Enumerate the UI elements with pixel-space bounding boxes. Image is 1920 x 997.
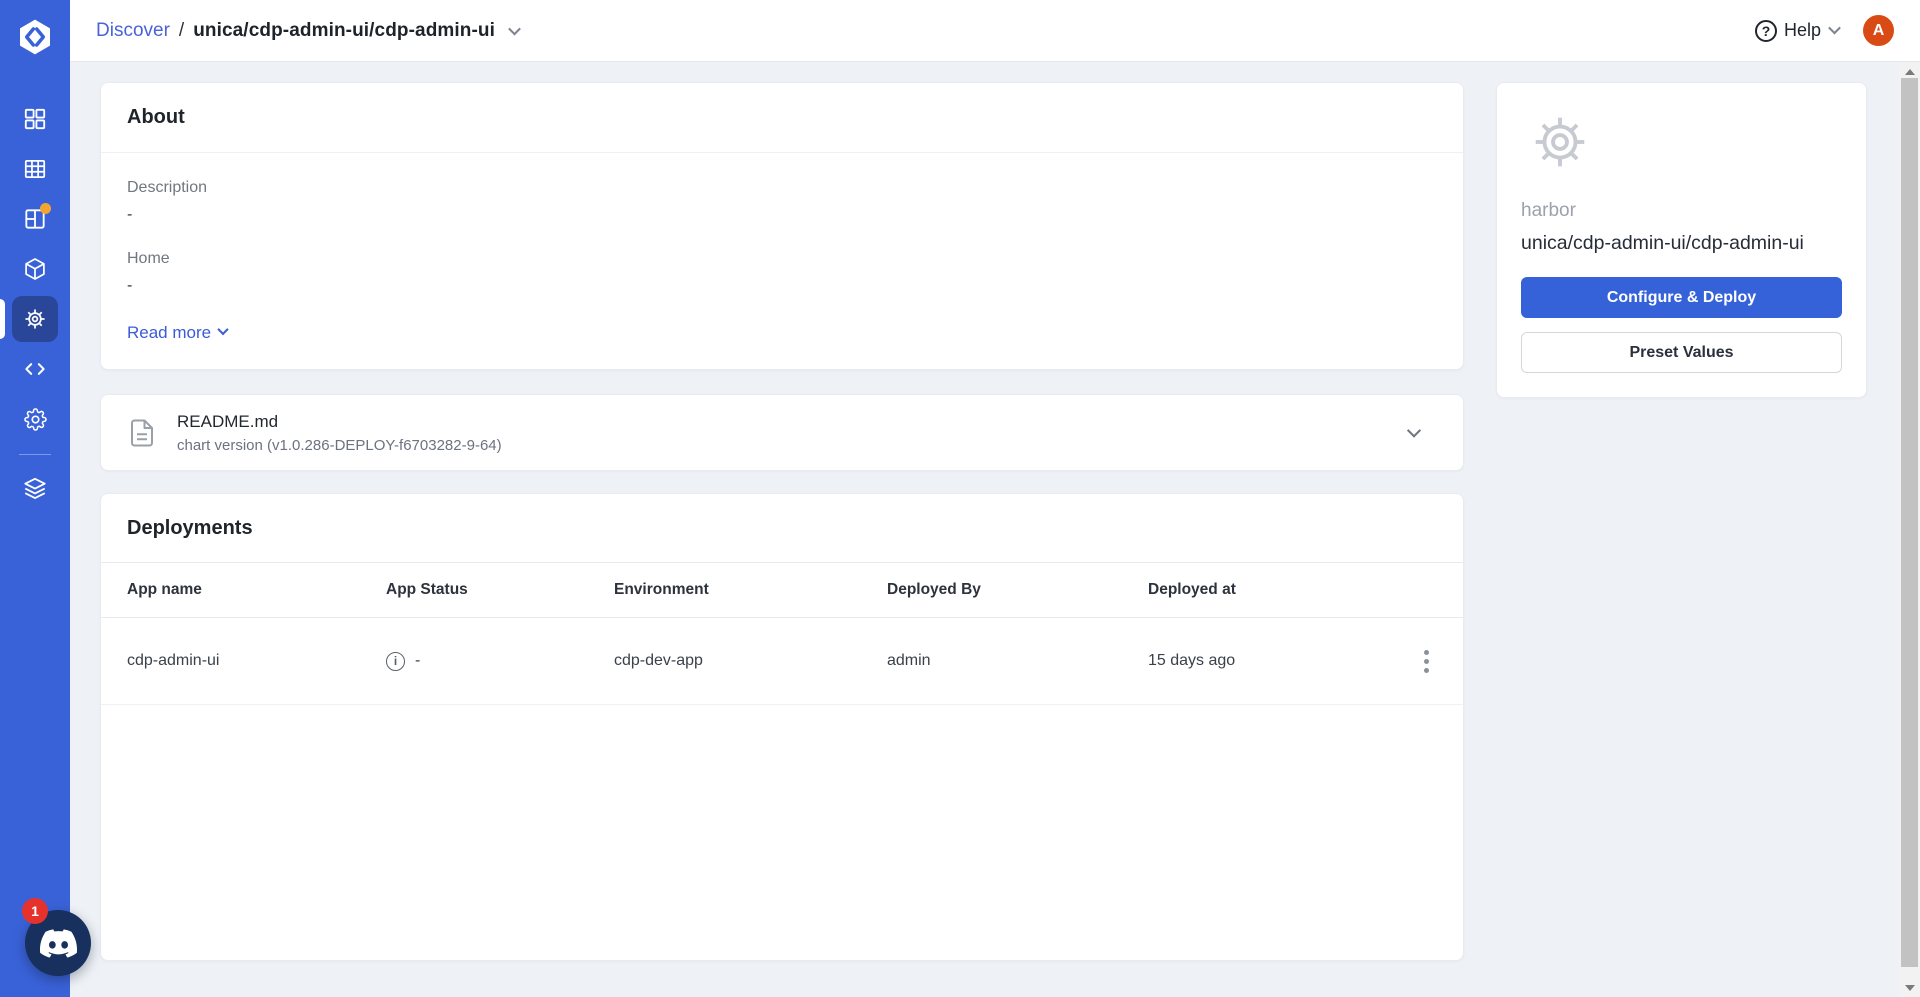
sidebar-item-resource-browser[interactable]	[12, 246, 58, 292]
description-value: -	[127, 206, 133, 223]
sidebar-item-application-groups[interactable]	[12, 196, 58, 242]
column-header-deployed-at: Deployed at	[1148, 581, 1236, 598]
vertical-scrollbar[interactable]	[1899, 62, 1920, 997]
notification-dot	[40, 203, 51, 214]
question-circle-icon: ?	[1754, 19, 1777, 42]
sidebar-item-applications[interactable]	[12, 96, 58, 142]
readme-card[interactable]: README.md chart version (v1.0.286-DEPLOY…	[100, 394, 1464, 471]
deployments-title: Deployments	[127, 516, 253, 539]
breadcrumb-current-chart[interactable]: unica/cdp-admin-ui/cdp-admin-ui	[193, 20, 495, 42]
readme-chart-version: chart version (v1.0.286-DEPLOY-f6703282-…	[177, 436, 502, 454]
cell-environment: cdp-dev-app	[614, 652, 703, 669]
row-menu-button[interactable]	[1416, 644, 1437, 679]
table-row[interactable]: cdp-admin-ui i - cdp-dev-app admin 15 da…	[101, 618, 1463, 705]
discord-icon	[39, 928, 77, 958]
breadcrumb-separator: /	[178, 19, 185, 41]
deployments-table-header: App name App Status Environment Deployed…	[101, 562, 1463, 618]
top-header: Discover / unica/cdp-admin-ui/cdp-admin-…	[70, 0, 1920, 62]
sidebar-item-jobs[interactable]	[12, 146, 58, 192]
read-more-link[interactable]: Read more	[127, 323, 229, 343]
cell-app-name: cdp-admin-ui	[127, 652, 220, 669]
kebab-icon	[1424, 667, 1429, 673]
scrollbar-down-button[interactable]	[1899, 978, 1920, 997]
readme-expand-button[interactable]	[1403, 423, 1422, 442]
about-card: About Description - Home - Read more	[100, 82, 1464, 370]
help-label: Help	[1783, 20, 1821, 40]
gear-icon	[23, 407, 47, 431]
column-header-environment: Environment	[614, 581, 709, 598]
helm-wheel-placeholder-icon	[1529, 111, 1842, 178]
chevron-down-icon	[1828, 21, 1841, 34]
breadcrumb: Discover / unica/cdp-admin-ui/cdp-admin-…	[96, 19, 521, 42]
chart-repo-name: harbor	[1521, 200, 1576, 221]
cube-icon	[25, 258, 45, 280]
table-icon	[24, 160, 46, 178]
sidebar-item-code[interactable]	[12, 346, 58, 392]
description-label: Description	[127, 179, 208, 196]
column-header-app-status: App Status	[386, 581, 468, 598]
scrollbar-thumb[interactable]	[1901, 78, 1918, 967]
file-text-icon	[127, 417, 157, 449]
readme-text: README.md chart version (v1.0.286-DEPLOY…	[177, 412, 502, 454]
readme-title: README.md	[177, 411, 279, 431]
info-icon[interactable]: i	[386, 651, 405, 671]
deployments-card: Deployments App name App Status Environm…	[100, 493, 1464, 961]
preset-values-button[interactable]: Preset Values	[1521, 332, 1842, 373]
triangle-up-icon	[1904, 68, 1915, 75]
about-body: Description - Home - Read more	[101, 153, 1463, 343]
sidebar-divider	[19, 454, 51, 455]
breadcrumb-discover-link[interactable]: Discover	[96, 20, 170, 42]
about-card-header: About	[101, 83, 1463, 153]
layers-icon	[24, 477, 46, 499]
triangle-down-icon	[1904, 984, 1915, 991]
chat-notification-badge: 1	[22, 898, 48, 924]
helm-wheel-icon	[25, 309, 45, 329]
configure-deploy-button[interactable]: Configure & Deploy	[1521, 277, 1842, 318]
app-logo[interactable]	[0, 0, 70, 74]
column-header-deployed-by: Deployed By	[887, 581, 981, 598]
sidebar-item-global-configurations[interactable]	[12, 396, 58, 442]
cell-app-status: i -	[386, 651, 614, 671]
help-menu[interactable]: ? Help	[1754, 19, 1841, 42]
code-icon	[25, 363, 45, 375]
kebab-icon	[1424, 649, 1429, 655]
avatar[interactable]: A	[1863, 15, 1894, 46]
grid-icon	[24, 108, 46, 130]
cell-deployed-by: admin	[887, 652, 931, 669]
sidebar	[0, 0, 70, 997]
sidebar-nav	[0, 96, 70, 515]
chevron-down-icon	[1406, 423, 1422, 438]
sidebar-item-stack-manager[interactable]	[12, 465, 58, 511]
chevron-down-icon[interactable]	[508, 22, 521, 36]
chart-summary-panel: harbor unica/cdp-admin-ui/cdp-admin-ui C…	[1496, 82, 1867, 398]
home-label: Home	[127, 250, 170, 267]
read-more-label: Read more	[127, 323, 212, 342]
deployments-header: Deployments	[101, 494, 1463, 562]
home-value: -	[127, 277, 133, 294]
devtron-logo-icon	[20, 19, 50, 55]
sidebar-item-chart-store[interactable]	[12, 296, 58, 342]
chevron-down-icon	[217, 323, 229, 336]
column-header-app-name: App name	[127, 581, 202, 598]
about-title: About	[127, 106, 185, 128]
app-status-value: -	[415, 652, 421, 669]
chart-full-name: unica/cdp-admin-ui/cdp-admin-ui	[1521, 232, 1804, 254]
cell-deployed-at: 15 days ago	[1148, 652, 1236, 669]
kebab-icon	[1424, 658, 1429, 664]
header-right: ? Help A	[1754, 15, 1894, 46]
discord-chat-button[interactable]: 1	[22, 898, 91, 976]
